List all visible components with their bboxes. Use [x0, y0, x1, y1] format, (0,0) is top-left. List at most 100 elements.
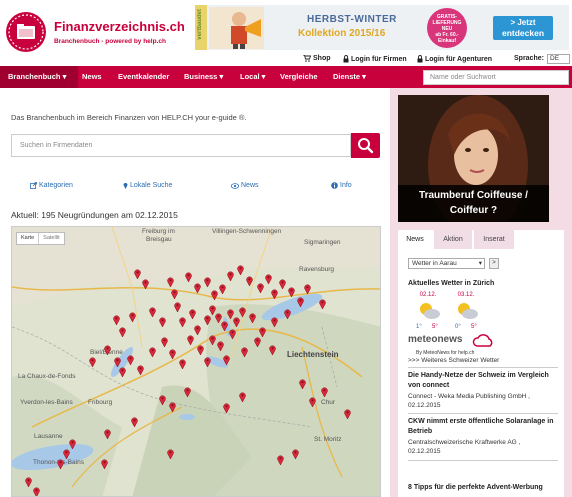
map-marker-icon[interactable]	[62, 449, 70, 459]
map-marker-icon[interactable]	[148, 307, 156, 317]
map-marker-icon[interactable]	[128, 312, 136, 322]
map-marker-icon[interactable]	[166, 449, 174, 459]
map-marker-icon[interactable]	[291, 449, 299, 459]
nav-branchenbuch[interactable]: Branchenbuch ▾	[0, 66, 78, 88]
map-marker-icon[interactable]	[226, 271, 234, 281]
map-marker-icon[interactable]	[68, 439, 76, 449]
map-marker-icon[interactable]	[238, 392, 246, 402]
map-marker-icon[interactable]	[240, 347, 248, 357]
logo-icon[interactable]	[5, 11, 47, 53]
news-title[interactable]: 8 Tipps für die perfekte Advent-Werbung	[408, 483, 558, 493]
nav-eventkalender[interactable]: Eventkalender	[118, 66, 169, 88]
map-marker-icon[interactable]	[32, 487, 40, 497]
link-info[interactable]: Info	[331, 182, 352, 189]
map-marker-icon[interactable]	[258, 327, 266, 337]
nav-dienste[interactable]: Dienste ▾	[333, 66, 366, 88]
link-lokale-suche[interactable]: Lokale Suche	[123, 182, 172, 189]
map-marker-icon[interactable]	[296, 297, 304, 307]
map-marker-icon[interactable]	[166, 277, 174, 287]
company-search-input[interactable]: Suchen in Firmendaten	[11, 134, 351, 157]
map-marker-icon[interactable]	[318, 299, 326, 309]
map-marker-icon[interactable]	[160, 337, 168, 347]
map-marker-icon[interactable]	[56, 459, 64, 469]
map-marker-icon[interactable]	[203, 277, 211, 287]
map-marker-icon[interactable]	[208, 335, 216, 345]
map-marker-icon[interactable]	[216, 341, 224, 351]
weather-go-button[interactable]: >	[489, 258, 499, 269]
map-marker-icon[interactable]	[270, 289, 278, 299]
map-marker-icon[interactable]	[88, 357, 96, 367]
map-tab-satellit[interactable]: Satellit	[38, 233, 64, 244]
map-marker-icon[interactable]	[222, 355, 230, 365]
map-marker-icon[interactable]	[100, 459, 108, 469]
map-marker-icon[interactable]	[148, 347, 156, 357]
company-map[interactable]: Karte Satellit Freiburg im Breisgau Vill…	[11, 226, 381, 497]
map-marker-icon[interactable]	[103, 429, 111, 439]
link-kategorien[interactable]: Kategorien	[30, 182, 73, 189]
map-marker-icon[interactable]	[173, 302, 181, 312]
map-marker-icon[interactable]	[238, 307, 246, 317]
map-marker-icon[interactable]	[253, 337, 261, 347]
map-marker-icon[interactable]	[141, 279, 149, 289]
ad-banner[interactable]: vertbaudet HERBST-WINTER Kollektion 2015…	[195, 5, 569, 50]
map-marker-icon[interactable]	[287, 287, 295, 297]
map-marker-icon[interactable]	[343, 409, 351, 419]
nav-search-input[interactable]: Name oder Suchwort	[423, 70, 569, 85]
map-marker-icon[interactable]	[113, 357, 121, 367]
map-marker-icon[interactable]	[193, 325, 201, 335]
map-marker-icon[interactable]	[158, 317, 166, 327]
banner-cta-button[interactable]: > Jetzt entdecken	[493, 16, 553, 40]
map-marker-icon[interactable]	[270, 317, 278, 327]
nav-local[interactable]: Local ▾	[240, 66, 265, 88]
nav-business[interactable]: Business ▾	[184, 66, 223, 88]
map-marker-icon[interactable]	[276, 455, 284, 465]
map-marker-icon[interactable]	[218, 284, 226, 294]
map-marker-icon[interactable]	[188, 309, 196, 319]
nav-news[interactable]: News	[82, 66, 102, 88]
map-marker-icon[interactable]	[168, 349, 176, 359]
map-marker-icon[interactable]	[130, 417, 138, 427]
map-marker-icon[interactable]	[232, 317, 240, 327]
shop-link[interactable]: Shop	[303, 55, 331, 62]
news-title[interactable]: Die Handy-Netze der Schweiz im Vergleich…	[408, 371, 558, 390]
language-select[interactable]: DE	[547, 54, 570, 64]
map-marker-icon[interactable]	[256, 283, 264, 293]
map-marker-icon[interactable]	[136, 365, 144, 375]
map-marker-icon[interactable]	[245, 276, 253, 286]
map-marker-icon[interactable]	[210, 290, 218, 300]
map-marker-icon[interactable]	[183, 387, 191, 397]
link-news[interactable]: News	[231, 182, 259, 189]
tab-inserat[interactable]: Inserat	[474, 230, 514, 249]
tab-news[interactable]: News	[398, 230, 432, 249]
map-marker-icon[interactable]	[203, 357, 211, 367]
map-marker-icon[interactable]	[268, 345, 276, 355]
map-marker-icon[interactable]	[220, 321, 228, 331]
nav-vergleiche[interactable]: Vergleiche	[280, 66, 318, 88]
map-marker-icon[interactable]	[264, 274, 272, 284]
map-marker-icon[interactable]	[236, 265, 244, 275]
map-marker-icon[interactable]	[228, 329, 236, 339]
weather-location-select[interactable]: Wetter in Aarau ▾	[408, 258, 485, 269]
map-tab-karte[interactable]: Karte	[17, 233, 38, 244]
more-weather-link[interactable]: >>> Weiteres Schweizer Wetter	[408, 357, 499, 364]
map-marker-icon[interactable]	[186, 335, 194, 345]
search-button[interactable]	[351, 133, 380, 158]
site-title[interactable]: Finanzverzeichnis.ch	[54, 19, 185, 34]
map-marker-icon[interactable]	[133, 269, 141, 279]
map-marker-icon[interactable]	[118, 327, 126, 337]
map-marker-icon[interactable]	[170, 289, 178, 299]
map-marker-icon[interactable]	[278, 279, 286, 289]
login-agenturen-link[interactable]: Login für Agenturen	[417, 55, 492, 63]
map-marker-icon[interactable]	[298, 379, 306, 389]
map-marker-icon[interactable]	[103, 345, 111, 355]
map-marker-icon[interactable]	[303, 284, 311, 294]
map-marker-icon[interactable]	[24, 477, 32, 487]
map-marker-icon[interactable]	[118, 367, 126, 377]
map-marker-icon[interactable]	[203, 315, 211, 325]
news-title[interactable]: CKW nimmt erste öffentliche Solaranlage …	[408, 417, 558, 436]
map-marker-icon[interactable]	[126, 355, 134, 365]
map-marker-icon[interactable]	[168, 402, 176, 412]
map-marker-icon[interactable]	[320, 387, 328, 397]
tab-aktion[interactable]: Aktion	[434, 230, 472, 249]
map-marker-icon[interactable]	[283, 309, 291, 319]
